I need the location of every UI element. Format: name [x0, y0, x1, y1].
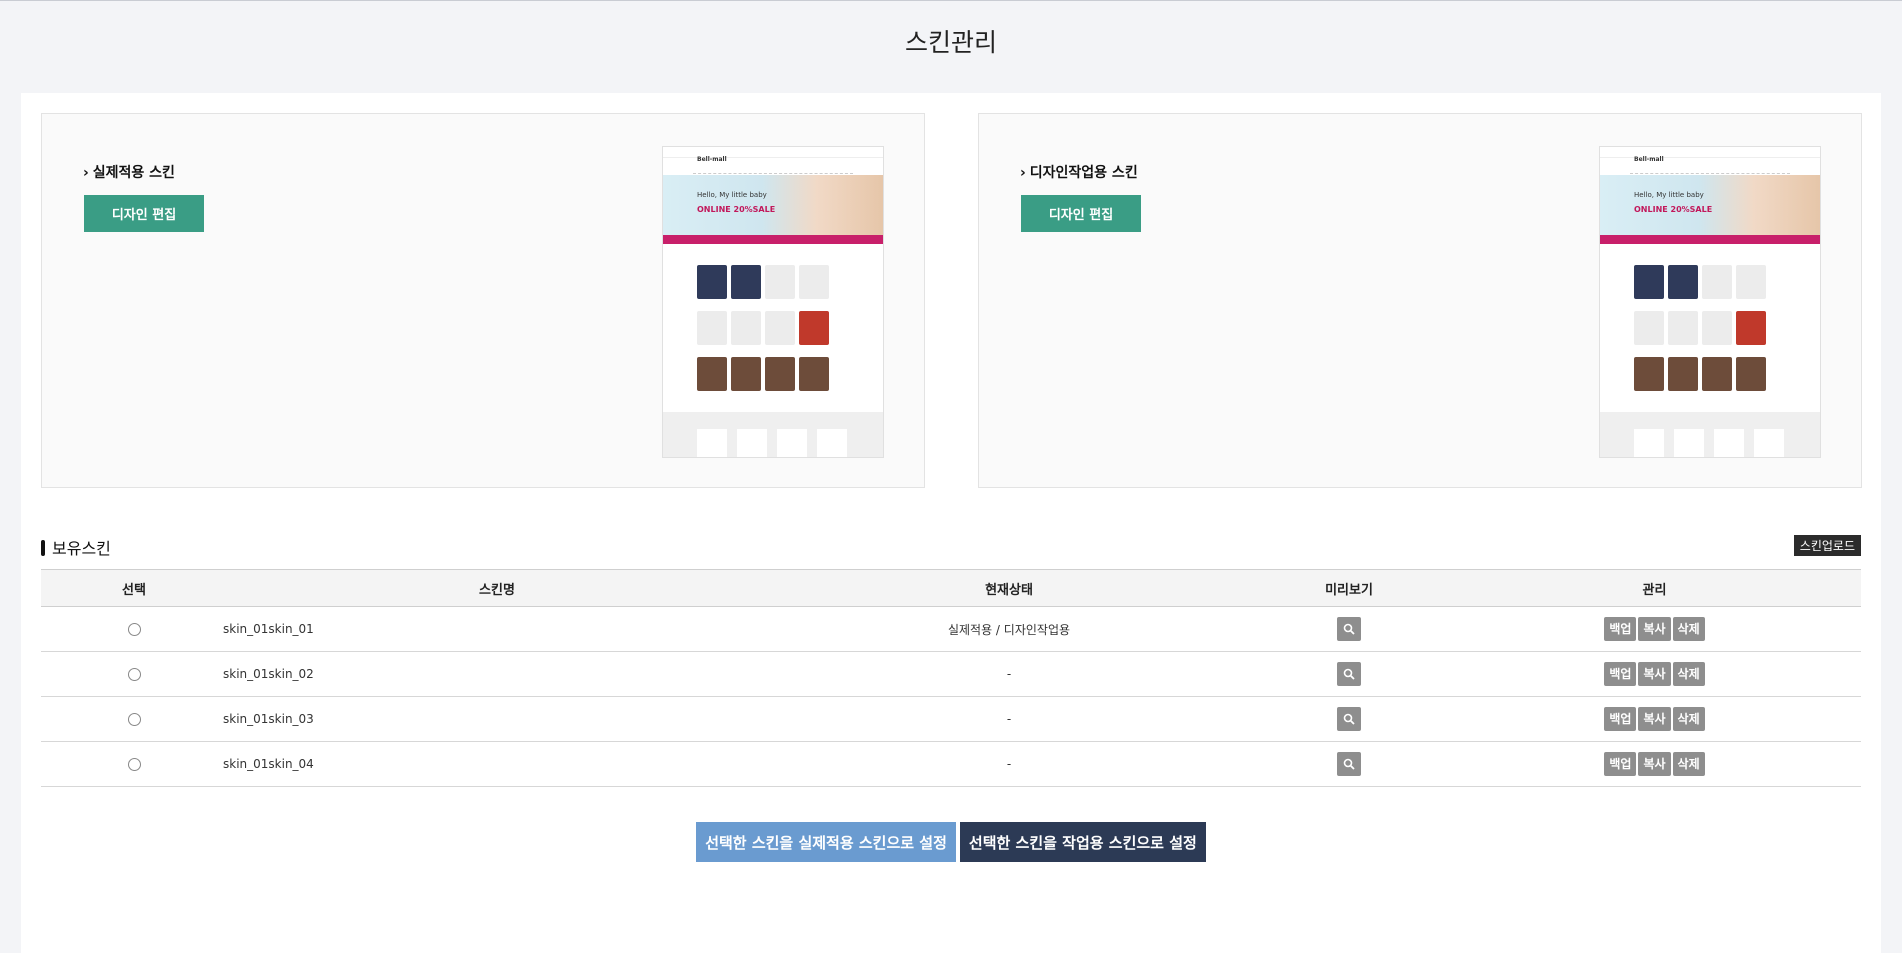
preview-search-button[interactable] — [1337, 662, 1361, 686]
live-skin-thumbnail[interactable]: Bell-mall Hello, My little baby ONLINE 2… — [662, 146, 884, 458]
chevron-right-icon: › — [1020, 165, 1026, 181]
table-row: skin_01skin_02 - 백업 복사 삭제 — [41, 651, 1861, 697]
work-skin-thumbnail[interactable]: Bell-mall Hello, My little baby ONLINE 2… — [1599, 146, 1821, 458]
set-work-skin-button[interactable]: 선택한 스킨을 작업용 스킨으로 설정 — [959, 822, 1206, 862]
chevron-right-icon: › — [83, 165, 89, 181]
table-row: skin_01skin_04 - 백업 복사 삭제 — [41, 741, 1861, 787]
live-design-edit-button[interactable]: 디자인 편집 — [84, 195, 204, 232]
table-header-row: 선택 스킨명 현재상태 미리보기 관리 — [41, 569, 1861, 607]
skin-status: - — [768, 651, 1250, 697]
owned-skins-heading: 보유스킨 — [41, 535, 111, 559]
table-row: skin_01skin_03 - 백업 복사 삭제 — [41, 696, 1861, 742]
copy-button[interactable]: 복사 — [1638, 617, 1671, 641]
backup-button[interactable]: 백업 — [1604, 617, 1637, 641]
skin-name: skin_01skin_02 — [223, 667, 314, 681]
delete-button[interactable]: 삭제 — [1672, 662, 1705, 686]
col-manage: 관리 — [1448, 569, 1861, 607]
backup-button[interactable]: 백업 — [1604, 752, 1637, 776]
delete-button[interactable]: 삭제 — [1672, 752, 1705, 776]
thumbnail-logo: Bell-mall — [697, 156, 727, 163]
skin-name: skin_01skin_03 — [223, 712, 314, 726]
skin-select-radio[interactable] — [127, 623, 141, 636]
col-skin-name: 스킨명 — [227, 569, 768, 607]
skin-status: 실제적용 / 디자인작업용 — [768, 606, 1250, 652]
skin-select-radio[interactable] — [127, 713, 141, 726]
thumbnail-hero: Hello, My little baby ONLINE 20%SALE — [1600, 175, 1820, 235]
live-skin-label: › 실제적용 스킨 — [83, 165, 175, 181]
col-status: 현재상태 — [768, 569, 1250, 607]
search-icon — [1343, 668, 1355, 680]
skin-select-radio[interactable] — [127, 758, 141, 771]
table-row: skin_01skin_01 실제적용 / 디자인작업용 백업 복사 삭제 — [41, 606, 1861, 652]
col-select: 선택 — [41, 569, 227, 607]
section-bar — [41, 540, 45, 556]
page-title: 스킨관리 — [904, 28, 997, 57]
work-design-edit-button[interactable]: 디자인 편집 — [1021, 195, 1141, 232]
skin-status: - — [768, 696, 1250, 742]
bottom-actions: 선택한 스킨을 실제적용 스킨으로 설정 선택한 스킨을 작업용 스킨으로 설정 — [21, 822, 1881, 862]
backup-button[interactable]: 백업 — [1604, 707, 1637, 731]
skin-name: skin_01skin_04 — [223, 757, 314, 771]
live-skin-preview-panel: › 실제적용 스킨 디자인 편집 Bell-mall Hello, My litt… — [41, 113, 925, 488]
thumbnail-hero: Hello, My little baby ONLINE 20%SALE — [663, 175, 883, 235]
work-skin-label: › 디자인작업용 스킨 — [1020, 165, 1138, 181]
backup-button[interactable]: 백업 — [1604, 662, 1637, 686]
skin-table: 선택 스킨명 현재상태 미리보기 관리 skin_01skin_01 실제적용 … — [41, 569, 1861, 787]
copy-button[interactable]: 복사 — [1638, 662, 1671, 686]
skin-status: - — [768, 741, 1250, 787]
preview-search-button[interactable] — [1337, 617, 1361, 641]
delete-button[interactable]: 삭제 — [1672, 617, 1705, 641]
set-live-skin-button[interactable]: 선택한 스킨을 실제적용 스킨으로 설정 — [696, 822, 956, 862]
skin-name: skin_01skin_01 — [223, 622, 314, 636]
col-preview: 미리보기 — [1250, 569, 1448, 607]
search-icon — [1343, 713, 1355, 725]
search-icon — [1343, 758, 1355, 770]
skin-select-radio[interactable] — [127, 668, 141, 681]
skin-upload-button[interactable]: 스킨업로드 — [1793, 535, 1861, 556]
work-skin-preview-panel: › 디자인작업용 스킨 디자인 편집 Bell-mall Hello, My li… — [978, 113, 1862, 488]
thumbnail-logo: Bell-mall — [1634, 156, 1664, 163]
preview-search-button[interactable] — [1337, 707, 1361, 731]
delete-button[interactable]: 삭제 — [1672, 707, 1705, 731]
preview-search-button[interactable] — [1337, 752, 1361, 776]
copy-button[interactable]: 복사 — [1638, 707, 1671, 731]
content-card: › 실제적용 스킨 디자인 편집 Bell-mall Hello, My litt… — [21, 93, 1881, 953]
copy-button[interactable]: 복사 — [1638, 752, 1671, 776]
search-icon — [1343, 623, 1355, 635]
